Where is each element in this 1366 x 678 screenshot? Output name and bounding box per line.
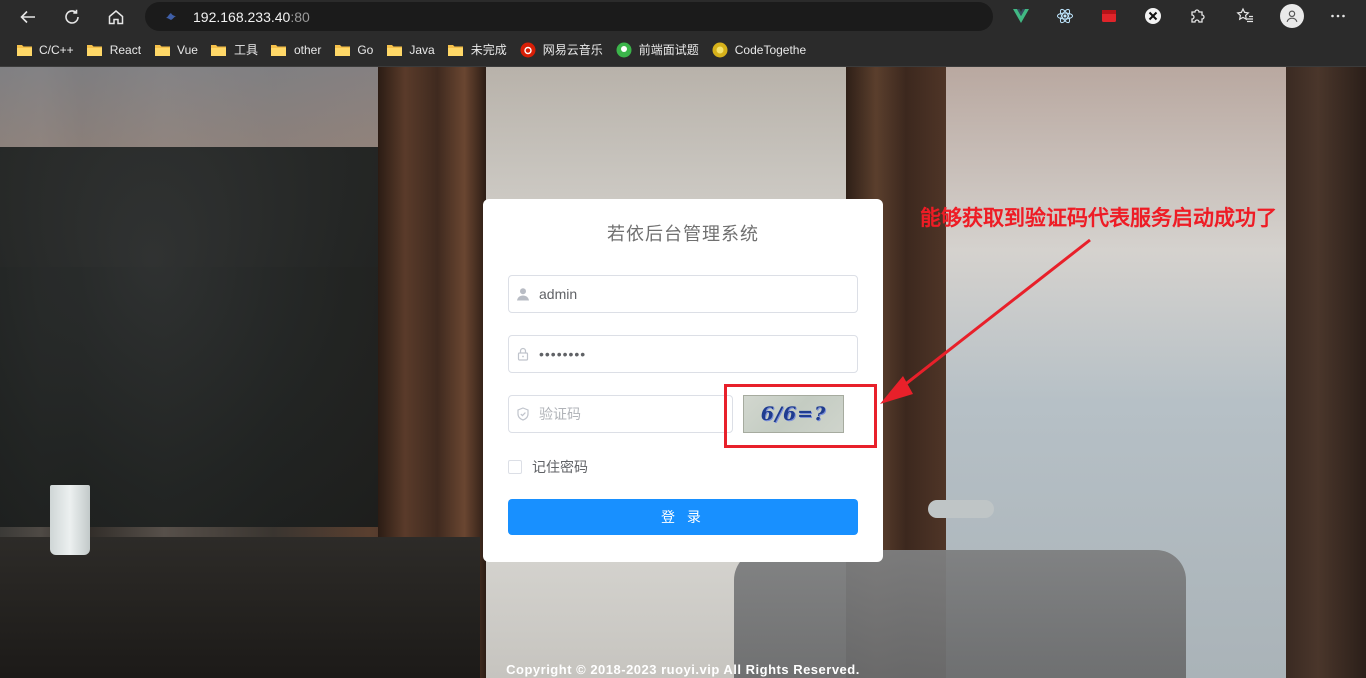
remember-password[interactable]: 记住密码 xyxy=(508,457,588,477)
react-devtools-extension[interactable] xyxy=(1053,4,1077,28)
login-button[interactable]: 登 录 xyxy=(508,499,858,535)
bookmarks-bar: C/C++ React Vue 工具 other Go Java 未完成 网易云… xyxy=(0,33,1366,67)
copyright-footer: Copyright © 2018-2023 ruoyi.vip All Righ… xyxy=(506,662,860,677)
password-input[interactable] xyxy=(539,346,819,362)
vue-devtools-extension[interactable] xyxy=(1009,4,1033,28)
arrow-left-icon xyxy=(20,10,35,23)
star-list-icon xyxy=(1236,7,1253,23)
captcha-input[interactable] xyxy=(539,406,719,422)
address-bar[interactable]: 192.168.233.40:80 xyxy=(145,2,993,31)
bookmark-interview-questions[interactable]: 前端面试题 xyxy=(610,38,704,62)
home-button[interactable] xyxy=(102,3,130,30)
folder-icon xyxy=(15,43,33,57)
bookmark-folder-java[interactable]: Java xyxy=(380,38,439,62)
bookmark-codetogether[interactable]: CodeTogethe xyxy=(706,38,811,62)
remember-label: 记住密码 xyxy=(532,459,588,475)
folder-icon xyxy=(210,43,228,57)
folder-icon xyxy=(270,43,288,57)
bookmark-folder-cpp[interactable]: C/C++ xyxy=(10,38,79,62)
bookmark-folder-vue[interactable]: Vue xyxy=(148,38,203,62)
store-icon xyxy=(1102,10,1116,22)
folder-icon xyxy=(447,43,465,57)
bookmark-folder-tools[interactable]: 工具 xyxy=(205,38,263,62)
vue-icon xyxy=(1013,9,1029,23)
codetogether-icon xyxy=(711,42,729,57)
settings-menu-button[interactable] xyxy=(1326,4,1350,28)
extensions-button[interactable] xyxy=(1185,4,1209,28)
reload-button[interactable] xyxy=(58,3,86,30)
more-horizontal-icon xyxy=(1331,14,1345,18)
lock-icon xyxy=(516,347,530,361)
folder-icon xyxy=(333,43,351,57)
folder-icon xyxy=(153,43,171,57)
password-field[interactable] xyxy=(508,335,858,373)
react-icon xyxy=(1057,8,1073,24)
user-icon xyxy=(1286,10,1298,22)
interview-site-icon xyxy=(615,42,633,57)
netease-music-icon xyxy=(519,42,537,57)
red-extension[interactable] xyxy=(1097,4,1121,28)
user-icon xyxy=(516,287,530,301)
annotation-text: 能够获取到验证码代表服务启动成功了 xyxy=(920,207,1277,230)
shield-check-icon xyxy=(516,407,530,421)
folder-icon xyxy=(86,43,104,57)
back-button[interactable] xyxy=(14,3,42,30)
annotation-highlight-box xyxy=(724,384,877,448)
site-info-icon[interactable] xyxy=(163,9,179,25)
bookmark-netease-music[interactable]: 网易云音乐 xyxy=(514,38,608,62)
puzzle-icon xyxy=(1191,9,1205,23)
bookmark-folder-other[interactable]: other xyxy=(265,38,326,62)
address-url: 192.168.233.40:80 xyxy=(193,8,310,25)
bookmark-folder-go[interactable]: Go xyxy=(328,38,378,62)
refresh-icon xyxy=(65,9,79,24)
username-input[interactable] xyxy=(539,286,819,302)
x-icon xyxy=(1145,8,1161,24)
x-extension[interactable] xyxy=(1141,4,1165,28)
remember-checkbox[interactable] xyxy=(508,460,522,474)
browser-toolbar: 192.168.233.40:80 xyxy=(0,0,1366,33)
home-icon xyxy=(108,9,124,24)
bookmark-folder-react[interactable]: React xyxy=(81,38,146,62)
folder-icon xyxy=(385,43,403,57)
profile-avatar[interactable] xyxy=(1280,4,1304,28)
captcha-field[interactable] xyxy=(508,395,733,433)
login-title: 若依后台管理系统 xyxy=(607,224,759,244)
login-card: 若依后台管理系统 6/6=? 记住密码 登 录 xyxy=(483,199,883,562)
favorites-button[interactable] xyxy=(1233,4,1257,28)
bookmark-folder-unfinished[interactable]: 未完成 xyxy=(442,38,512,62)
username-field[interactable] xyxy=(508,275,858,313)
